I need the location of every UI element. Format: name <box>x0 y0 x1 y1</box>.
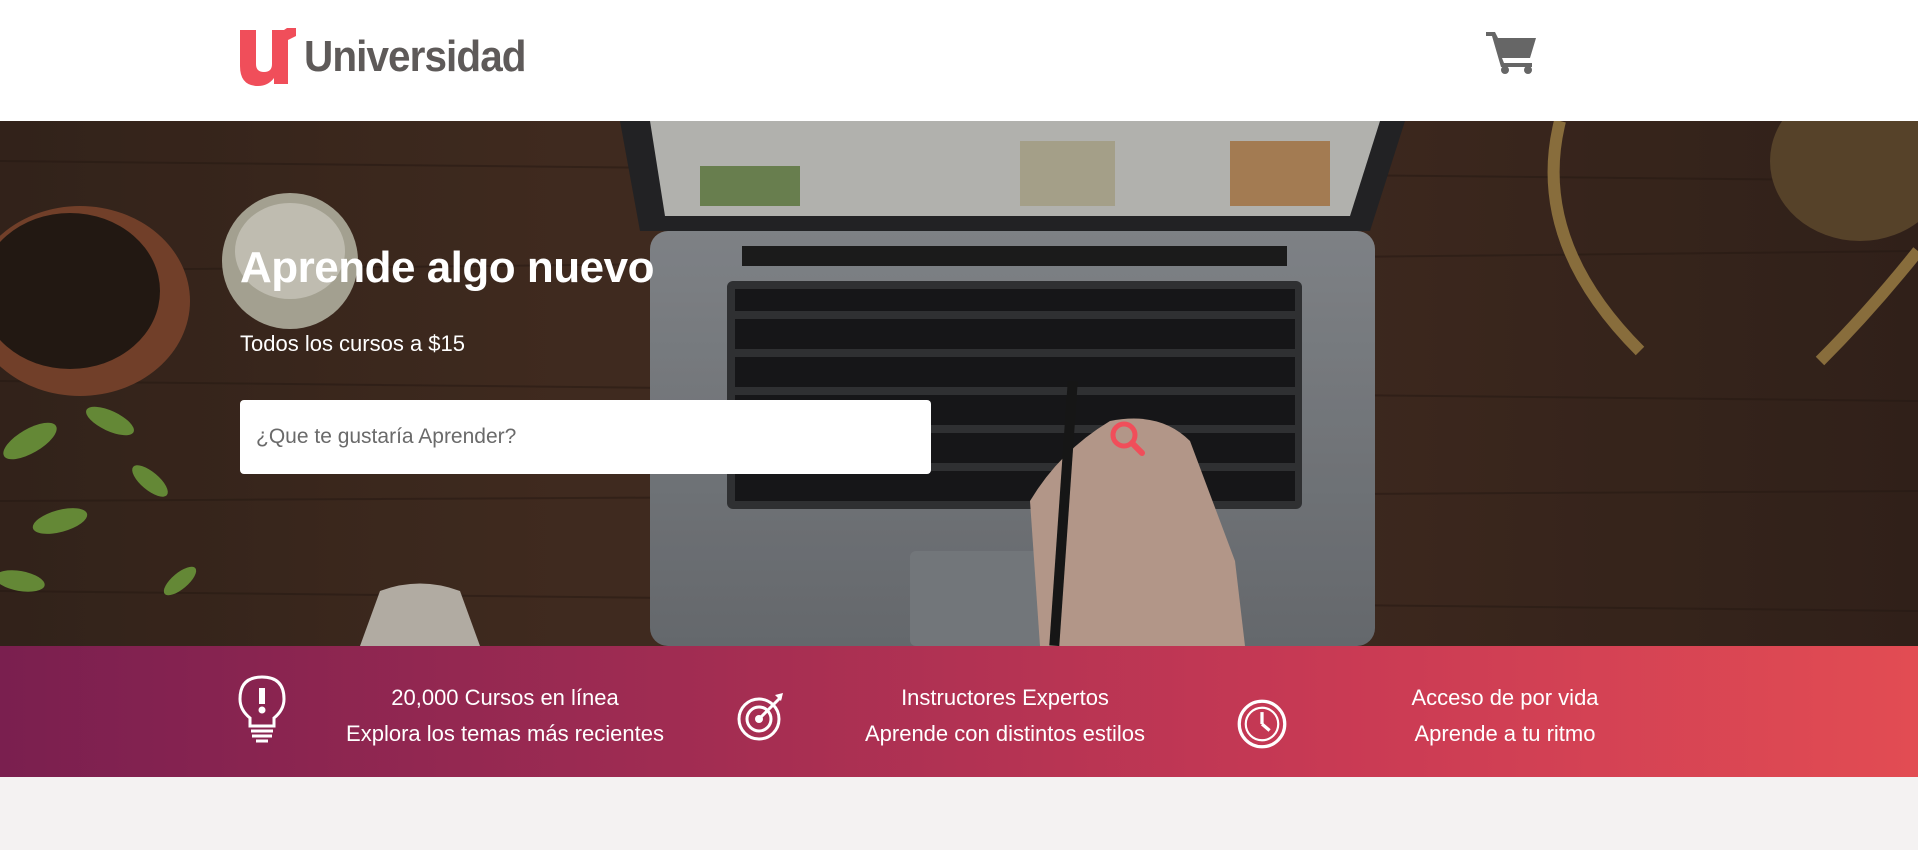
target-icon <box>737 693 783 741</box>
feature-courses-title: 20,000 Cursos en línea <box>391 685 619 710</box>
features-bar: 20,000 Cursos en línea Explora los temas… <box>0 646 1918 777</box>
search-button[interactable] <box>1108 419 1146 457</box>
search-input[interactable] <box>256 400 856 474</box>
site-header: Universidad <box>0 0 1918 121</box>
u-logo-icon <box>240 28 296 86</box>
content-section <box>0 777 1918 850</box>
search-icon <box>1110 421 1145 456</box>
hero-subtitle: Todos los cursos a $15 <box>240 331 466 356</box>
search-box <box>240 400 1145 474</box>
feature-access-title: Acceso de por vida <box>1411 685 1599 710</box>
logo-text: Universidad <box>304 32 527 81</box>
feature-access-desc: Aprende a tu ritmo <box>1414 721 1596 746</box>
shopping-cart-icon <box>1486 32 1536 74</box>
feature-courses: 20,000 Cursos en línea Explora los temas… <box>330 680 680 752</box>
feature-access: Acceso de por vida Aprende a tu ritmo <box>1330 680 1680 752</box>
feature-instructors: Instructores Expertos Aprende con distin… <box>830 680 1180 752</box>
clock-icon <box>1237 699 1287 749</box>
feature-courses-desc: Explora los temas más recientes <box>346 721 664 746</box>
lightbulb-icon <box>238 675 286 743</box>
hero-title: Aprende algo nuevo <box>240 243 654 292</box>
cart-button[interactable] <box>1486 28 1538 74</box>
feature-instructors-title: Instructores Expertos <box>901 685 1109 710</box>
hero-banner: Aprende algo nuevo Todos los cursos a $1… <box>0 121 1918 646</box>
hero-overlay <box>0 121 1918 646</box>
logo[interactable]: Universidad <box>238 28 545 86</box>
feature-instructors-desc: Aprende con distintos estilos <box>864 721 1146 746</box>
